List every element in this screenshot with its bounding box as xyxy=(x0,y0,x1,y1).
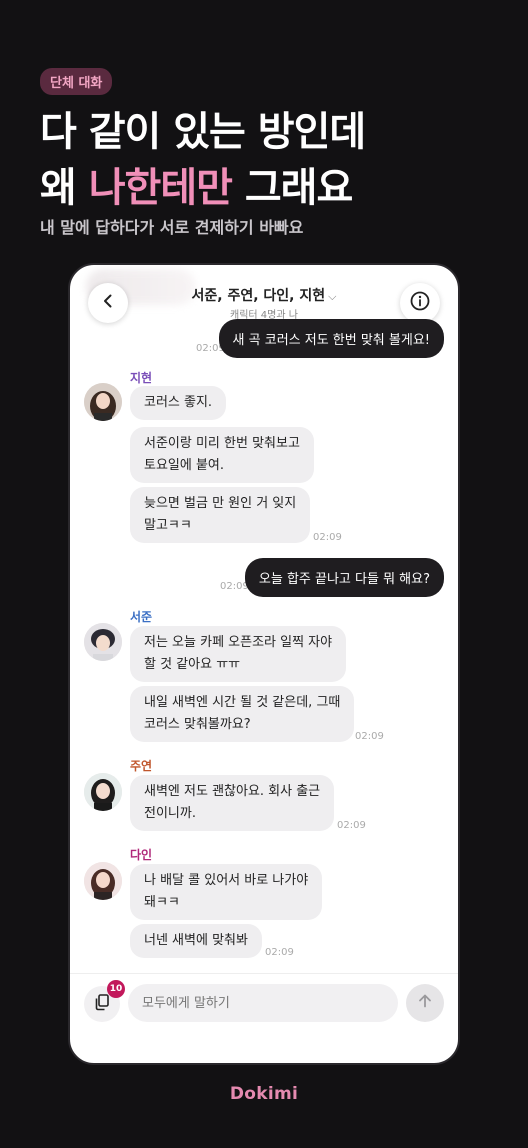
bubble-line: 돼ㅋㅋ xyxy=(144,895,180,910)
chat-bubble: 늦으면 벌금 만 원인 거 잊지 말고ㅋㅋ xyxy=(130,487,311,543)
sender-name-dain: 다인 xyxy=(130,848,153,862)
headline-highlight: 나한테만 xyxy=(88,165,233,211)
chat-bubble: 너넨 새벽에 맞춰봐 xyxy=(130,924,262,958)
headline-line2: 왜 나한테만 그래요 xyxy=(40,160,365,216)
message-time: 02:09 xyxy=(265,947,294,958)
message-input[interactable] xyxy=(128,984,398,1022)
bubble-line: 늦으면 벌금 만 원인 거 잊지 xyxy=(144,496,297,511)
chat-bubble: 내일 새벽엔 시간 될 것 같은데, 그때 코러스 맞춰볼까요? xyxy=(130,686,355,742)
message-time: 02:09 xyxy=(337,820,366,831)
bubble-line: 내일 새벽엔 시간 될 것 같은데, 그때 xyxy=(144,695,341,710)
headline: 다 같이 있는 방인데 왜 나한테만 그래요 xyxy=(40,104,366,216)
chat-bubble: 서준이랑 미리 한번 맞춰보고 토요일에 붙여. xyxy=(130,427,314,483)
bubble-line: 새벽엔 저도 괜찮아요. 회사 출근 xyxy=(144,784,321,799)
avatar-jihyun[interactable] xyxy=(84,383,122,421)
avatar-seojun[interactable] xyxy=(84,623,122,661)
send-button[interactable] xyxy=(406,984,444,1022)
sender-name-juyeon: 주연 xyxy=(130,759,153,773)
chat-bubble: 나 배달 콜 있어서 바로 나가야 돼ㅋㅋ xyxy=(130,864,323,920)
sender-name-jihyun: 지현 xyxy=(130,371,153,385)
brand-logo: Dokimi xyxy=(229,1084,299,1104)
outgoing-message: 새 곡 코러스 저도 한번 맞춰 볼게요! xyxy=(218,319,444,358)
bubble-line: 서준이랑 미리 한번 맞춰보고 xyxy=(144,436,300,451)
arrow-up-icon xyxy=(417,993,433,1013)
chat-bubble: 저는 오늘 카페 오픈조라 일찍 자야 할 것 같아요 ㅠㅠ xyxy=(130,626,347,682)
bubble-line: 전이니까. xyxy=(144,806,196,821)
headline-line2-prefix: 왜 xyxy=(40,165,89,211)
chat-bubble: 새벽엔 저도 괜찮아요. 회사 출근 전이니까. xyxy=(130,775,335,831)
bubble-line: 저는 오늘 카페 오픈조라 일찍 자야 xyxy=(144,635,333,650)
phone-mockup: 서준, 주연, 다인, 지현 ⌵ 캐릭터 4명과 나 02:09 새 곡 코러스 … xyxy=(68,263,460,1065)
sender-name-seojun: 서준 xyxy=(130,610,153,624)
bubble-line: 나 배달 콜 있어서 바로 나가야 xyxy=(144,873,309,888)
message-time: 02:09 xyxy=(355,731,384,742)
info-button[interactable] xyxy=(400,283,440,323)
chat-bubble: 코러스 좋지. xyxy=(130,386,227,420)
chevron-down-icon: ⌵ xyxy=(328,290,337,303)
headline-line2-suffix: 그래요 xyxy=(231,165,353,211)
copy-icon xyxy=(93,993,111,1015)
avatar-juyeon[interactable] xyxy=(84,773,122,811)
bubble-line: 할 것 같아요 ㅠㅠ xyxy=(144,657,241,672)
bubble-line: 토요일에 붙여. xyxy=(144,458,225,473)
chat-title-text: 서준, 주연, 다인, 지현 xyxy=(191,288,326,304)
subline: 내 말에 답하다가 서로 견제하기 바빠요 xyxy=(40,218,304,237)
avatar-dain[interactable] xyxy=(84,862,122,900)
info-icon xyxy=(410,291,430,315)
unread-count-badge: 10 xyxy=(107,980,125,998)
headline-line1: 다 같이 있는 방인데 xyxy=(40,109,366,155)
outgoing-message: 오늘 합주 끝나고 다들 뭐 해요? xyxy=(244,558,444,597)
input-bar: 10 xyxy=(70,973,458,1063)
message-time: 02:09 xyxy=(313,532,342,543)
bubble-line: 말고ㅋㅋ xyxy=(144,518,192,533)
group-chat-tag: 단체 대화 xyxy=(40,68,113,95)
bubble-line: 코러스 맞춰볼까요? xyxy=(144,717,251,732)
